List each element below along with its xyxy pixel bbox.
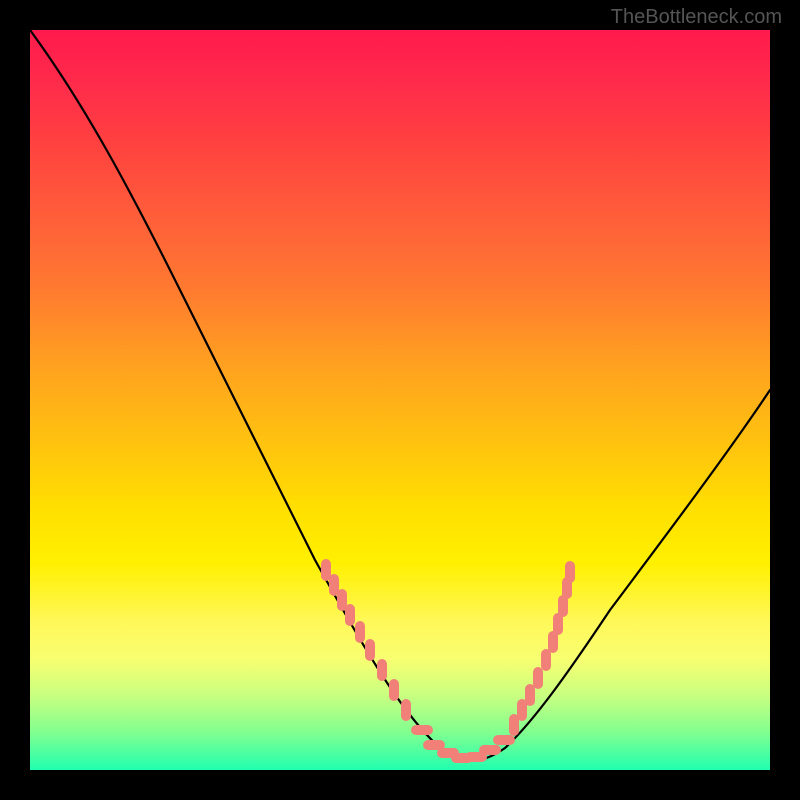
marker-left [389, 679, 399, 701]
plot-area [30, 30, 770, 770]
marker-left [377, 659, 387, 681]
watermark-text: TheBottleneck.com [611, 6, 782, 29]
marker-left [365, 639, 375, 661]
marker-layer [30, 30, 770, 770]
marker-bottom [411, 725, 433, 735]
marker-left [401, 699, 411, 721]
marker-right [533, 667, 543, 689]
marker-right [565, 561, 575, 583]
marker-bottom [479, 745, 501, 755]
marker-left [345, 604, 355, 626]
marker-bottom [493, 735, 515, 745]
marker-left [355, 621, 365, 643]
